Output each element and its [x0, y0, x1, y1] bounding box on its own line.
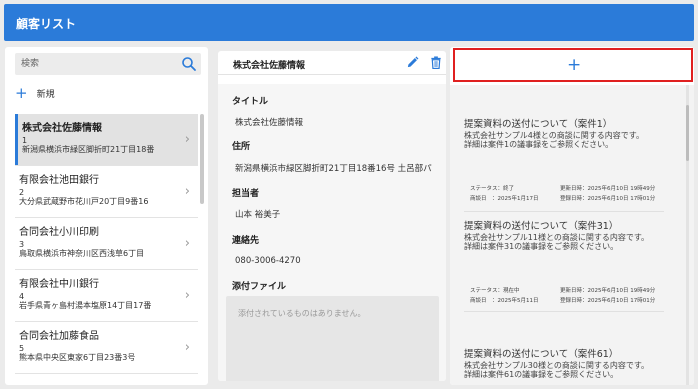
- title-label: タイトル: [232, 97, 269, 107]
- proposal-description: 株式会社サンプル11様との商談に関する内容です。: [464, 233, 650, 242]
- scrollbar-thumb[interactable]: [686, 105, 689, 161]
- detail-body: タイトル 株式会社佐藤情報 住所 新潟県横浜市緑区脚折町21丁目18番16号 土…: [218, 84, 446, 381]
- detail-company-name: 株式会社佐藤情報: [233, 61, 306, 71]
- customer-address: 新潟県横浜市緑区脚折町21丁目18番: [22, 145, 155, 154]
- divider: [464, 211, 664, 212]
- chevron-right-icon: ›: [184, 340, 190, 355]
- proposal-updated: 更新日時：2025年6月10日 19時49分: [560, 288, 656, 294]
- customer-name: 株式会社佐藤情報: [22, 123, 102, 134]
- proposal-list: 提案資料の送付について（案件1） 株式会社サンプル4様との商談に関する内容です。…: [450, 85, 694, 385]
- chevron-right-icon: ›: [184, 236, 190, 251]
- customer-number: 3: [19, 240, 25, 249]
- proposal-updated: 更新日時：2025年6月10日 19時49分: [560, 186, 656, 192]
- add-proposal-button[interactable]: +: [453, 48, 693, 82]
- search-icon[interactable]: [181, 56, 197, 72]
- proposal-description: 株式会社サンプル30様との商談に関する内容です。: [464, 361, 650, 370]
- phone-label: 連絡先: [232, 236, 260, 246]
- proposal-meeting-date: 商談日 ：2025年5月11日: [470, 298, 539, 304]
- proposal-scrollbar[interactable]: [686, 85, 689, 385]
- chevron-right-icon: ›: [184, 288, 190, 303]
- customer-detail-panel: 株式会社佐藤情報 タイトル 株式会社佐藤情報 住所 新潟県横浜市緑区脚折町21丁…: [218, 51, 446, 381]
- plus-icon: +: [567, 55, 582, 75]
- page-title: 顧客リスト: [16, 17, 77, 31]
- proposal-description: 株式会社サンプル4様との商談に関する内容です。: [464, 131, 644, 140]
- proposal-card[interactable]: 提案資料の送付について（案件61） 株式会社サンプル30様との商談に関する内容で…: [464, 349, 684, 379]
- divider: [464, 311, 664, 312]
- customer-address: 鳥取県横浜市神奈川区西浅草6丁目: [19, 249, 145, 258]
- customer-name: 合同会社小川印刷: [19, 227, 99, 238]
- proposal-title: 提案資料の送付について（案件1）: [464, 119, 613, 130]
- proposal-created: 登録日時：2025年6月10日 17時01分: [560, 196, 656, 202]
- proposal-meeting-date: 商談日 ：2025年1月17日: [470, 196, 539, 202]
- attachment-label: 添付ファイル: [232, 282, 287, 292]
- proposal-description: 詳細は案件61の議事録をご参照ください。: [464, 370, 619, 379]
- new-customer-label: 新規: [36, 89, 55, 100]
- proposal-status: ステータス：現在中: [470, 288, 520, 294]
- new-customer-button[interactable]: + 新規: [15, 85, 55, 101]
- customer-number: 2: [19, 188, 25, 197]
- sidebar-scrollbar[interactable]: [200, 114, 204, 204]
- customer-item-1[interactable]: 株式会社佐藤情報 1 新潟県横浜市緑区脚折町21丁目18番 ›: [15, 114, 198, 166]
- customer-item-5[interactable]: 合同会社加藤食品 5 熊本県中央区東家6丁目23番3号 ›: [15, 322, 198, 374]
- customer-number: 5: [19, 344, 25, 353]
- customer-number: 1: [22, 136, 28, 145]
- contact-person-label: 担当者: [232, 189, 260, 199]
- trash-icon[interactable]: [430, 56, 442, 69]
- chevron-right-icon: ›: [184, 184, 190, 199]
- customer-name: 有限会社池田銀行: [19, 175, 99, 186]
- chevron-right-icon: ›: [184, 132, 190, 147]
- plus-icon: +: [15, 84, 28, 102]
- customer-name: 合同会社加藤食品: [19, 331, 99, 342]
- proposal-title: 提案資料の送付について（案件31）: [464, 221, 619, 232]
- customer-list: 株式会社佐藤情報 1 新潟県横浜市緑区脚折町21丁目18番 › 有限会社池田銀行…: [15, 114, 198, 374]
- proposal-title: 提案資料の送付について（案件61）: [464, 349, 619, 360]
- customer-address: 大分県武蔵野市花川戸20丁目9番16: [19, 197, 149, 206]
- proposal-card[interactable]: 提案資料の送付について（案件31） 株式会社サンプル11様との商談に関する内容で…: [464, 221, 684, 304]
- pencil-icon[interactable]: [406, 56, 419, 69]
- customer-item-3[interactable]: 合同会社小川印刷 3 鳥取県横浜市神奈川区西浅草6丁目 ›: [15, 218, 198, 270]
- address-label: 住所: [232, 142, 251, 152]
- detail-header: 株式会社佐藤情報: [218, 51, 446, 75]
- proposal-created: 登録日時：2025年6月10日 17時01分: [560, 298, 656, 304]
- phone-value: 080-3006-4270: [235, 256, 301, 266]
- customer-sidebar: + 新規 株式会社佐藤情報 1 新潟県横浜市緑区脚折町21丁目18番 › 有限会…: [5, 47, 208, 385]
- customer-item-4[interactable]: 有限会社中川銀行 4 岩手県青ヶ島村湯本塩原14丁目17番 ›: [15, 270, 198, 322]
- app-header: 顧客リスト: [4, 4, 694, 41]
- customer-name: 有限会社中川銀行: [19, 279, 99, 290]
- proposal-description: 詳細は案件1の議事録をご参照ください。: [464, 140, 614, 149]
- proposal-status: ステータス：終了: [470, 186, 515, 192]
- customer-item-2[interactable]: 有限会社池田銀行 2 大分県武蔵野市花川戸20丁目9番16 ›: [15, 166, 198, 218]
- proposal-card[interactable]: 提案資料の送付について（案件1） 株式会社サンプル4様との商談に関する内容です。…: [464, 119, 684, 202]
- address-value: 新潟県横浜市緑区脚折町21丁目18番16号 土呂部パ: [235, 164, 432, 174]
- attachment-empty-text: 添付されているものはありません。: [238, 309, 366, 318]
- contact-person-value: 山本 裕美子: [235, 210, 281, 220]
- title-value: 株式会社佐藤情報: [235, 118, 304, 128]
- search-box[interactable]: [15, 53, 201, 75]
- search-input[interactable]: [21, 56, 171, 72]
- attachment-dropzone[interactable]: 添付されているものはありません。: [226, 296, 439, 381]
- customer-address: 熊本県中央区東家6丁目23番3号: [19, 353, 136, 362]
- customer-address: 岩手県青ヶ島村湯本塩原14丁目17番: [19, 301, 152, 310]
- customer-number: 4: [19, 292, 25, 301]
- proposal-panel: + 提案資料の送付について（案件1） 株式会社サンプル4様との商談に関する内容で…: [450, 47, 694, 385]
- proposal-description: 詳細は案件31の議事録をご参照ください。: [464, 242, 619, 251]
